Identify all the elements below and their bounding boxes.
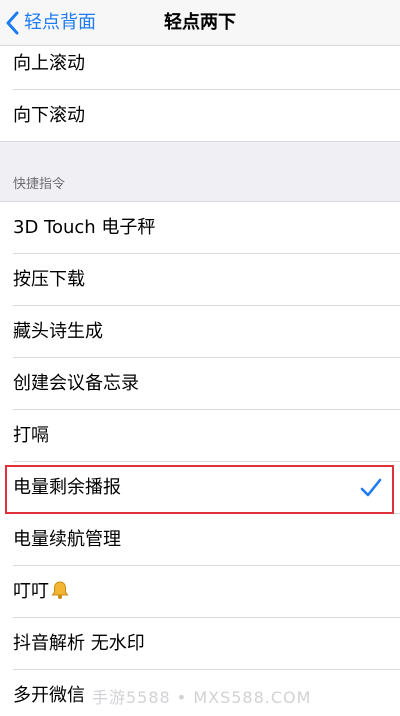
- list-item-label: 叮叮: [13, 581, 49, 602]
- list-item-scroll-up[interactable]: 向上滚动: [0, 38, 400, 90]
- list-item-label: 电量续航管理: [13, 529, 121, 550]
- section-header: 快捷指令: [0, 142, 400, 202]
- list-item-3d-touch-scale[interactable]: 3D Touch 电子秤: [0, 202, 400, 254]
- list-item-label: 3D Touch 电子秤: [13, 217, 156, 238]
- back-button[interactable]: 轻点背面: [6, 8, 96, 38]
- list-item-label: 多开微信: [13, 685, 85, 706]
- list-item-meeting-memo[interactable]: 创建会议备忘录: [0, 358, 400, 410]
- list-item-battery-announcement[interactable]: 电量剩余播报: [0, 462, 400, 514]
- list-item-label: 打嗝: [13, 425, 49, 446]
- list-item-label: 电量剩余播报: [13, 477, 121, 498]
- screen: 轻点背面 轻点两下 向上滚动 向下滚动 快捷指令 3D Touch 电子秤 按压…: [0, 0, 400, 716]
- list-item-acrostic-poem[interactable]: 藏头诗生成: [0, 306, 400, 358]
- list-item-press-download[interactable]: 按压下载: [0, 254, 400, 306]
- watermark-text: 手游5588 • MXS588.COM: [92, 688, 312, 707]
- list-item-label: 按压下载: [13, 269, 85, 290]
- list-item-battery-management[interactable]: 电量续航管理: [0, 514, 400, 566]
- list-item-label: 创建会议备忘录: [13, 373, 139, 394]
- list-item-label: 藏头诗生成: [13, 321, 103, 342]
- list-item-scroll-down[interactable]: 向下滚动: [0, 90, 400, 142]
- chevron-left-icon: [6, 11, 19, 35]
- list-item-dingding[interactable]: 叮叮: [0, 566, 400, 618]
- list-item-label: 向下滚动: [13, 105, 85, 126]
- list-item-label: 抖音解析 无水印: [13, 633, 145, 654]
- system-actions-group: 向上滚动 向下滚动: [0, 38, 400, 142]
- list-item-douyin-parse[interactable]: 抖音解析 无水印: [0, 618, 400, 670]
- section-header-label: 快捷指令: [13, 177, 66, 192]
- back-button-label: 轻点背面: [24, 12, 96, 33]
- list-item-burp[interactable]: 打嗝: [0, 410, 400, 462]
- shortcuts-list: 3D Touch 电子秤 按压下载 藏头诗生成 创建会议备忘录 打嗝 电量剩余播…: [0, 202, 400, 716]
- checkmark-icon: [360, 478, 382, 497]
- list-item-label: 向上滚动: [13, 53, 85, 74]
- bell-icon: [51, 581, 69, 599]
